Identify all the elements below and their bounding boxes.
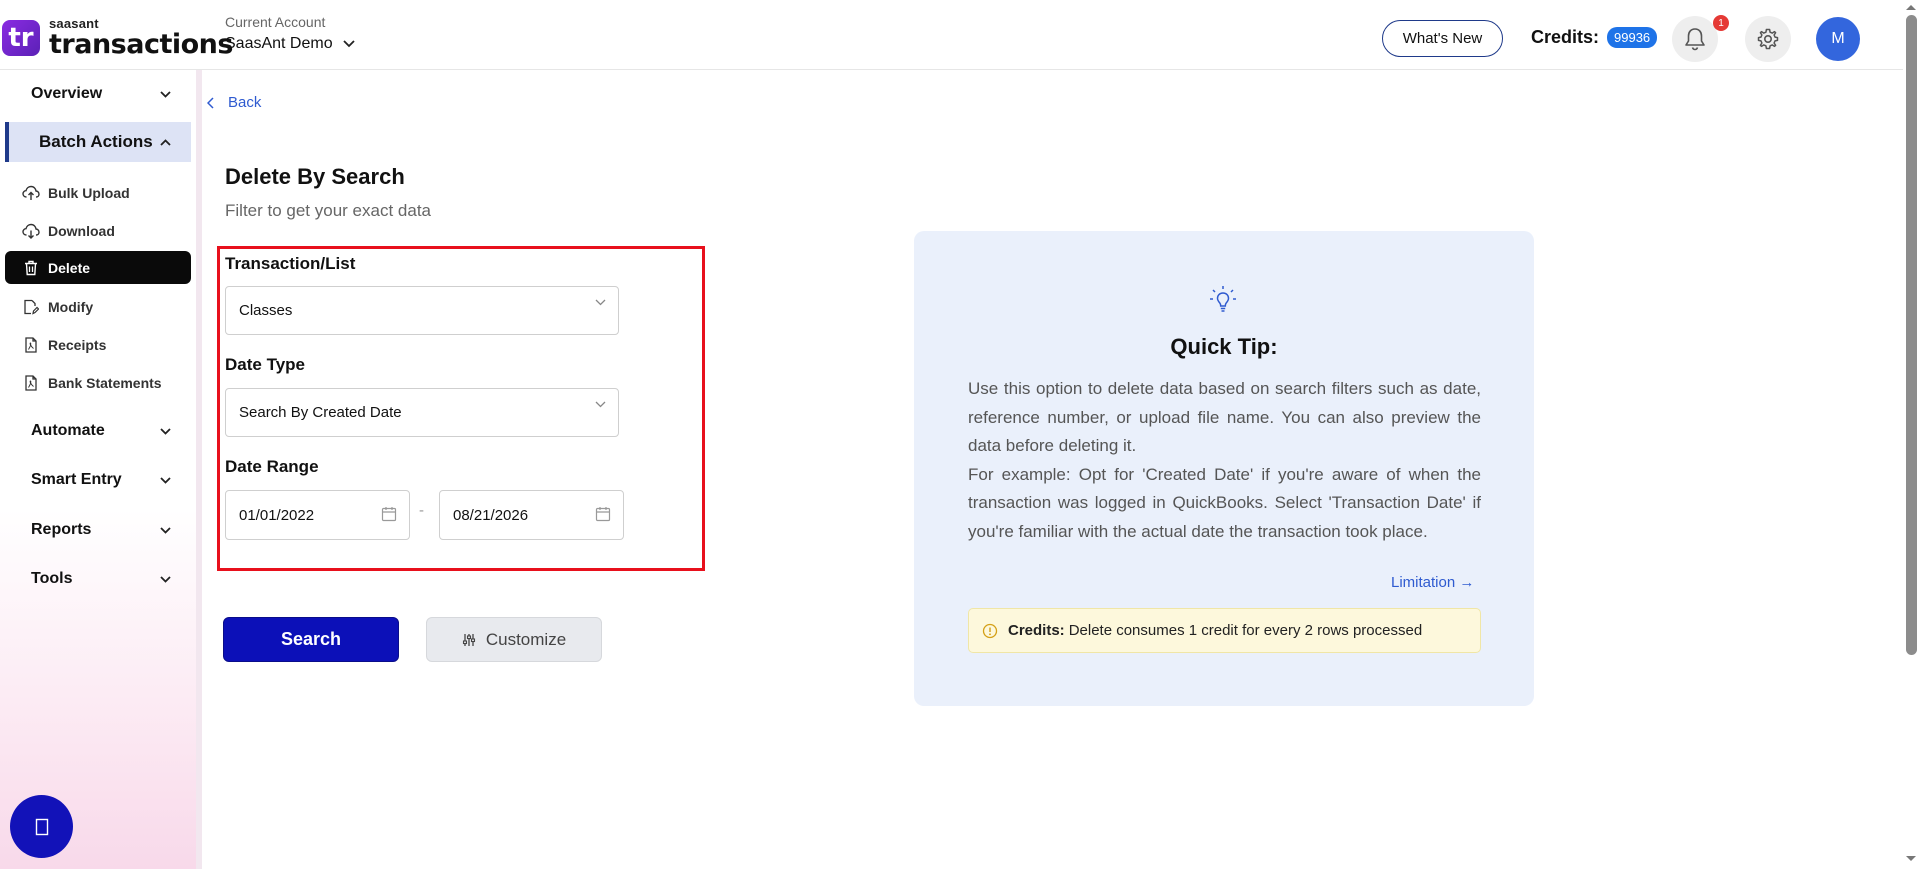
account-label: Current Account xyxy=(225,14,326,30)
nav-group-label: Automate xyxy=(31,422,105,439)
chevron-down-icon xyxy=(595,299,606,306)
nav-group-label: Overview xyxy=(31,85,103,102)
account-switcher: Current Account SaasAnt Demo xyxy=(225,14,355,53)
nav-group-label: Tools xyxy=(31,570,73,587)
chat-icon xyxy=(35,818,48,835)
credits-note-text: Delete consumes 1 credit for every 2 row… xyxy=(1068,622,1423,639)
nav-group-batch-actions[interactable]: Batch Actions xyxy=(5,122,191,162)
page-title: Delete By Search xyxy=(225,164,405,189)
nav-group-reports[interactable]: Reports xyxy=(5,510,191,550)
date-to-value: 08/21/2026 xyxy=(453,506,529,524)
sidebar-item-label: Bulk Upload xyxy=(48,184,130,201)
date-type-select[interactable]: Search By Created Date xyxy=(225,388,619,437)
sidebar-divider xyxy=(196,70,202,869)
transaction-list-value: Classes xyxy=(239,302,293,319)
credits-display: Credits: 99936 xyxy=(1531,27,1658,48)
sidebar-item-label: Delete xyxy=(48,259,91,276)
logo-badge: tr xyxy=(2,19,40,56)
credits-badge: 99936 xyxy=(1607,27,1658,48)
sidebar-item-modify[interactable]: Modify xyxy=(5,290,191,323)
sliders-icon xyxy=(462,633,475,646)
chevron-down-icon xyxy=(342,40,355,48)
customize-button[interactable]: Customize xyxy=(426,617,602,662)
account-dropdown[interactable]: SaasAnt Demo xyxy=(225,35,355,53)
customize-label: Customize xyxy=(485,629,567,649)
user-avatar[interactable]: M xyxy=(1816,17,1860,61)
chevron-left-icon xyxy=(207,96,214,109)
transaction-list-label: Transaction/List xyxy=(225,254,356,273)
credits-note: Credits: Delete consumes 1 credit for ev… xyxy=(968,608,1481,653)
calendar-icon xyxy=(595,507,611,522)
account-name: SaasAnt Demo xyxy=(225,35,333,52)
cloud-download-icon xyxy=(22,222,40,240)
info-circle-icon xyxy=(982,623,998,638)
sidebar-item-label: Modify xyxy=(48,298,94,315)
bell-icon xyxy=(1685,28,1705,51)
scroll-down-arrow-icon[interactable] xyxy=(1905,855,1917,863)
quick-tip-paragraph: Use this option to delete data based on … xyxy=(968,379,1481,455)
sidebar-item-receipts[interactable]: Receipts xyxy=(5,328,191,361)
date-type-label: Date Type xyxy=(225,355,305,374)
scrollbar-thumb[interactable] xyxy=(1906,15,1917,655)
sidebar-item-label: Receipts xyxy=(48,336,107,353)
date-range-separator: - xyxy=(419,502,424,519)
limitation-link[interactable]: Limitation → xyxy=(1391,574,1474,591)
date-type-value: Search By Created Date xyxy=(239,404,402,421)
scroll-up-arrow-icon[interactable] xyxy=(1905,3,1917,11)
gear-icon xyxy=(1757,28,1779,50)
notification-count-badge: 1 xyxy=(1713,15,1729,31)
sidebar-item-download[interactable]: Download xyxy=(5,214,191,247)
chevron-down-icon xyxy=(160,526,171,534)
sidebar-item-bank-statements[interactable]: Bank Statements xyxy=(5,366,191,399)
logo-text: saasant transactions xyxy=(49,17,233,58)
trash-icon xyxy=(22,259,40,277)
date-from-input[interactable]: 01/01/2022 xyxy=(225,490,410,540)
chevron-up-icon xyxy=(160,138,171,146)
date-to-input[interactable]: 08/21/2026 xyxy=(439,490,624,540)
quick-tip-paragraph: For example: Opt for 'Created Date' if y… xyxy=(968,464,1481,541)
chevron-down-icon xyxy=(160,427,171,435)
sidebar-item-label: Download xyxy=(48,222,115,239)
back-label: Back xyxy=(228,94,262,111)
cloud-upload-icon xyxy=(22,184,40,202)
logo-brand-big: transactions xyxy=(49,29,233,60)
search-button[interactable]: Search xyxy=(223,617,399,662)
chevron-down-icon xyxy=(160,575,171,583)
chevron-down-icon xyxy=(595,401,606,408)
nav-group-automate[interactable]: Automate xyxy=(5,411,191,451)
nav-group-overview[interactable]: Overview xyxy=(5,74,191,114)
calendar-icon xyxy=(381,507,397,522)
top-header: tr saasant transactions Current Account … xyxy=(0,0,1920,70)
settings-button[interactable] xyxy=(1745,16,1791,62)
nav-group-label: Batch Actions xyxy=(39,132,153,151)
nav-group-tools[interactable]: Tools xyxy=(5,559,191,599)
credits-label: Credits: xyxy=(1531,27,1600,47)
chevron-down-icon xyxy=(160,476,171,484)
back-link[interactable]: Back xyxy=(207,94,261,111)
lightbulb-icon xyxy=(1210,286,1236,312)
notifications-button[interactable] xyxy=(1672,16,1718,62)
app-logo[interactable]: tr saasant transactions xyxy=(2,17,233,58)
sidebar-item-bulk-upload[interactable]: Bulk Upload xyxy=(5,176,191,209)
quick-tip-title: Quick Tip: xyxy=(1170,334,1278,359)
page-subtitle: Filter to get your exact data xyxy=(225,201,431,220)
nav-group-smart-entry[interactable]: Smart Entry xyxy=(5,460,191,500)
pdf-file-icon xyxy=(22,374,40,392)
whats-new-button[interactable]: What's New xyxy=(1382,20,1503,57)
transaction-list-select[interactable]: Classes xyxy=(225,286,619,335)
nav-group-label: Reports xyxy=(31,521,92,538)
help-chat-button[interactable] xyxy=(10,795,73,858)
date-range-label: Date Range xyxy=(225,457,319,476)
quick-tip-body: Use this option to delete data based on … xyxy=(968,375,1481,546)
credits-note-label: Credits: xyxy=(1008,622,1065,639)
pdf-file-icon xyxy=(22,336,40,354)
date-from-value: 01/01/2022 xyxy=(239,506,315,524)
nav-group-label: Smart Entry xyxy=(31,471,122,488)
chevron-down-icon xyxy=(160,90,171,98)
sidebar-item-delete[interactable]: Delete xyxy=(5,251,191,284)
sidebar-item-label: Bank Statements xyxy=(48,374,162,391)
edit-file-icon xyxy=(22,298,40,316)
